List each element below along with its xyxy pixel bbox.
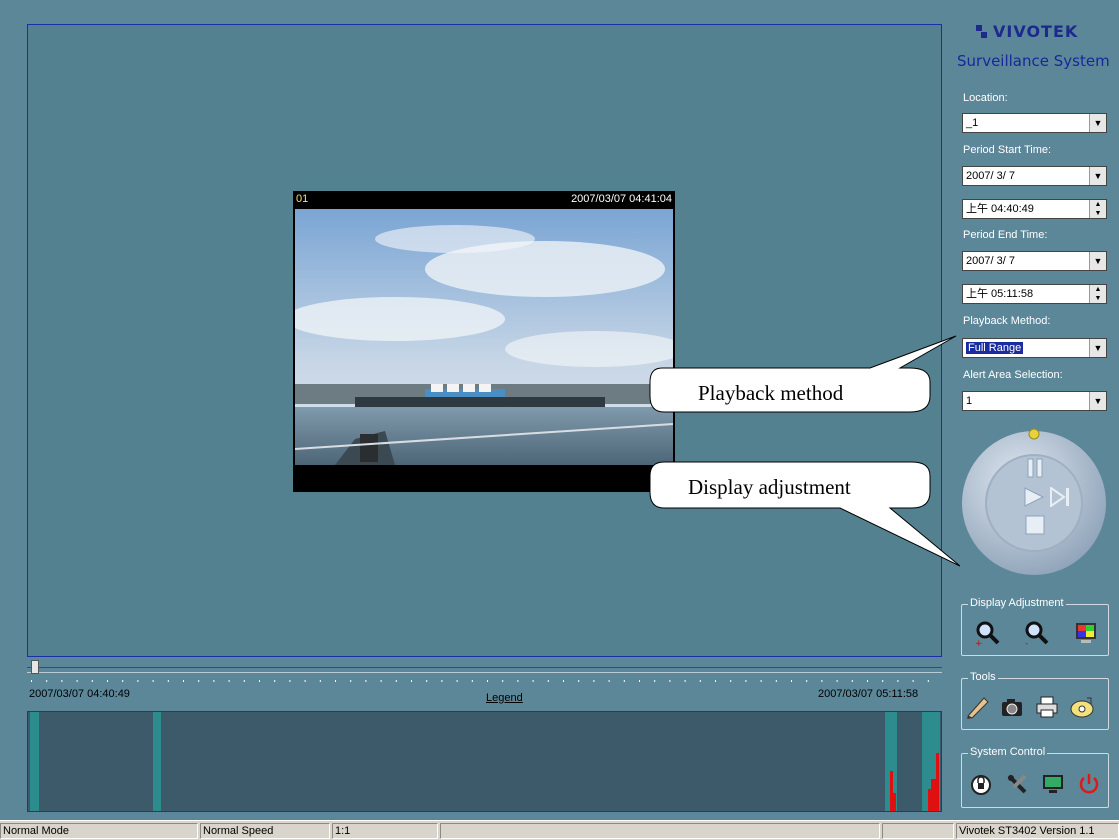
alert-area-value: 1: [966, 395, 973, 407]
camera-feed[interactable]: 01 2007/03/07 04:41:04: [293, 191, 675, 492]
power-icon[interactable]: [1076, 771, 1102, 797]
spinner-arrows-icon[interactable]: ▲ ▼: [1089, 285, 1106, 303]
timeline-end-time: 2007/03/07 05:11:58: [818, 688, 919, 700]
status-extra: [882, 823, 954, 839]
timeline-slider-track[interactable]: [27, 667, 942, 673]
marker-tool-icon[interactable]: [964, 694, 990, 720]
recording-legend-bar[interactable]: [27, 711, 942, 812]
camera-timestamp: 2007/03/07 04:41:04: [571, 193, 672, 205]
print-icon[interactable]: [1034, 694, 1060, 720]
display-adjustment-title: Display Adjustment: [968, 597, 1066, 609]
audio-disc-icon[interactable]: [1069, 694, 1095, 720]
callout-playback-method: Playback method: [698, 381, 844, 405]
camera-snapshot-image: [295, 209, 673, 465]
start-date-value: 2007/ 3/ 7: [966, 170, 1015, 182]
status-message: [440, 823, 880, 839]
svg-text:-: -: [1025, 639, 1028, 646]
tools-group: Tools: [961, 671, 1109, 730]
system-control-group: System Control: [961, 746, 1109, 808]
status-version: Vivotek ST3402 Version 1.1: [956, 823, 1119, 839]
svg-text:+: +: [975, 639, 983, 646]
timeline-slider-thumb[interactable]: [31, 660, 39, 674]
vivotek-logo: VIVOTEK: [975, 22, 1115, 44]
system-control-title: System Control: [968, 746, 1048, 758]
zoom-in-icon[interactable]: +: [975, 620, 1001, 649]
playback-method-label: Playback Method:: [963, 315, 1051, 327]
dropdown-arrow-icon[interactable]: ▼: [1089, 392, 1106, 410]
recording-segment: [153, 712, 161, 811]
alert-area-dropdown[interactable]: 1 ▼: [962, 391, 1107, 411]
status-ratio: 1:1: [332, 823, 438, 839]
dropdown-arrow-icon[interactable]: ▼: [1089, 167, 1106, 185]
playback-method-value: Full Range: [966, 342, 1024, 354]
start-time-spinner[interactable]: 上午 04:40:49 ▲ ▼: [962, 199, 1107, 219]
end-time-value: 上午 05:11:58: [966, 288, 1034, 300]
period-start-label: Period Start Time:: [963, 144, 1052, 156]
play-icon[interactable]: [1023, 487, 1045, 507]
playback-method-dropdown[interactable]: Full Range ▼: [962, 338, 1107, 358]
end-time-spinner[interactable]: 上午 05:11:58 ▲ ▼: [962, 284, 1107, 304]
camera-feed-header: 01 2007/03/07 04:41:04: [293, 191, 675, 208]
vivotek-logo-text: VIVOTEK: [993, 22, 1079, 41]
timeline-ticks: [27, 676, 944, 682]
recording-segment: [30, 712, 39, 811]
step-forward-icon[interactable]: [1049, 486, 1071, 508]
camera-snapshot-icon[interactable]: [999, 694, 1025, 720]
timeline-start-time: 2007/03/07 04:40:49: [29, 688, 130, 700]
vivotek-logo-icon: [975, 24, 989, 40]
monitor-icon[interactable]: [1040, 771, 1066, 797]
callout-shapes: [649, 335, 960, 567]
legend-label[interactable]: Legend: [486, 692, 523, 704]
lock-icon[interactable]: [968, 771, 994, 797]
dropdown-arrow-icon[interactable]: ▼: [1089, 339, 1106, 357]
control-panel: VIVOTEK Surveillance System Location: _1…: [955, 0, 1119, 820]
status-speed: Normal Speed: [200, 823, 330, 839]
location-value: _1: [966, 117, 979, 129]
alert-area-label: Alert Area Selection:: [963, 369, 1063, 381]
end-date-value: 2007/ 3/ 7: [966, 255, 1015, 267]
alert-marker: [936, 753, 939, 811]
location-dropdown[interactable]: _1 ▼: [962, 113, 1107, 133]
settings-tools-icon[interactable]: [1004, 771, 1030, 797]
status-bar: Normal Mode Normal Speed 1:1 Vivotek ST3…: [0, 820, 1119, 840]
period-end-label: Period End Time:: [963, 229, 1048, 241]
tools-title: Tools: [968, 671, 998, 683]
zoom-out-icon[interactable]: -: [1024, 620, 1050, 649]
app-subtitle: Surveillance System: [957, 52, 1110, 70]
alert-marker: [893, 793, 896, 811]
dropdown-arrow-icon[interactable]: ▼: [1089, 114, 1106, 132]
spinner-arrows-icon[interactable]: ▲ ▼: [1089, 200, 1106, 218]
status-mode: Normal Mode: [0, 823, 198, 839]
camera-id: 01: [296, 193, 309, 205]
dropdown-arrow-icon[interactable]: ▼: [1089, 252, 1106, 270]
location-label: Location:: [963, 92, 1008, 104]
end-date-picker[interactable]: 2007/ 3/ 7 ▼: [962, 251, 1107, 271]
stop-icon[interactable]: [1025, 515, 1045, 535]
pause-icon[interactable]: [1025, 458, 1045, 478]
display-adjustment-group: Display Adjustment + -: [961, 597, 1109, 656]
start-time-value: 上午 04:40:49: [966, 203, 1034, 215]
color-adjust-icon[interactable]: [1073, 620, 1099, 646]
start-date-picker[interactable]: 2007/ 3/ 7 ▼: [962, 166, 1107, 186]
callout-display-adjustment: Display adjustment: [688, 475, 851, 499]
